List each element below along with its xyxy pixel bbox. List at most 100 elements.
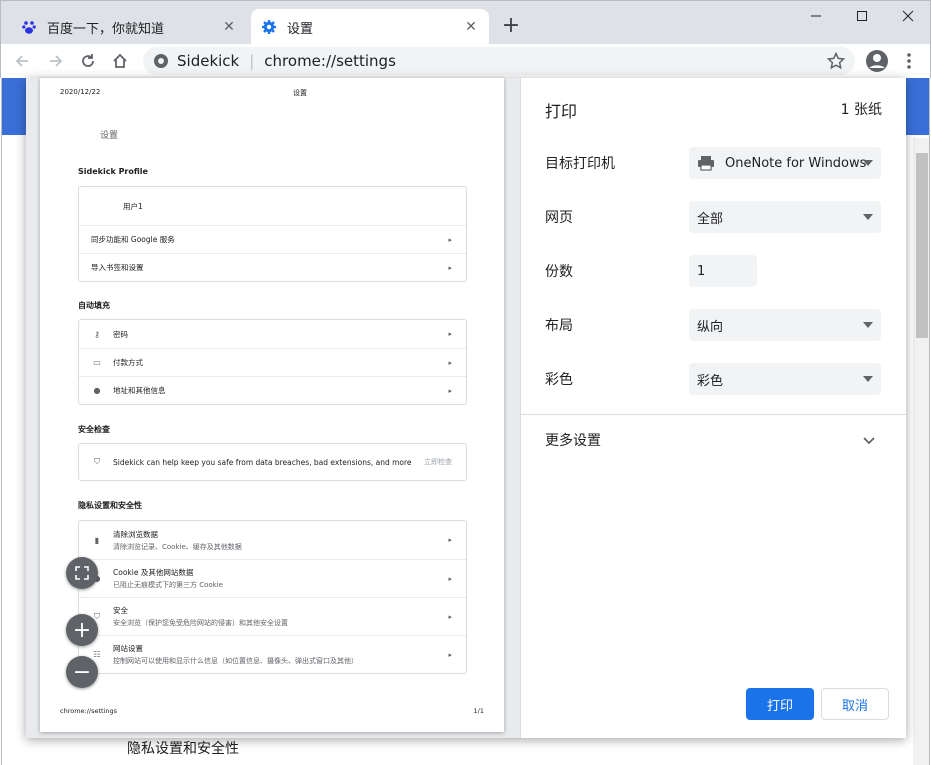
address-bar[interactable]: Sidekick | chrome://settings — [143, 47, 855, 75]
safety-card: ⛉ Sidekick can help keep you safe from da… — [78, 443, 467, 481]
layout-label: 布局 — [545, 315, 573, 335]
arrow-right-icon — [48, 53, 64, 69]
close-window-button[interactable] — [885, 1, 931, 31]
url-text: chrome://settings — [264, 52, 396, 70]
chrome-logo-icon — [153, 53, 169, 69]
fit-screen-icon — [75, 566, 89, 580]
destination-label: 目标打印机 — [545, 153, 615, 173]
scrollbar-thumb[interactable] — [916, 153, 928, 338]
printer-icon — [697, 155, 715, 171]
credit-card-icon: ▭ — [91, 358, 103, 367]
print-preview-pane: 2020/12/22 设置 设置 Sidekick Profile 用户1 同步… — [26, 78, 521, 738]
color-label: 彩色 — [545, 369, 573, 389]
chevron-right-icon: ▸ — [448, 536, 452, 544]
dropdown-caret-icon — [863, 322, 873, 328]
fit-to-page-button[interactable] — [66, 557, 98, 589]
minus-icon: − — [73, 660, 91, 685]
tab-baidu[interactable]: 百度一下，你就知道 ✕ — [11, 9, 247, 45]
chevron-right-icon: ▸ — [448, 387, 452, 395]
autofill-row-payments: ▭付款方式▸ — [79, 348, 466, 376]
new-tab-button[interactable]: + — [499, 13, 523, 37]
profile-row-import: 导入书签和设置▸ — [79, 253, 466, 281]
home-icon — [112, 53, 128, 69]
print-title: 打印 — [545, 98, 577, 122]
reload-button[interactable] — [75, 48, 101, 74]
settings-gear-icon — [261, 19, 277, 35]
print-button[interactable]: 打印 — [746, 688, 814, 720]
sheet-footer-url: chrome://settings — [60, 707, 117, 715]
sheet-date: 2020/12/22 — [60, 88, 100, 96]
privacy-card: ▮清除浏览数据清除浏览记录、Cookie、缓存及其他数据▸ ◕Cookie 及其… — [78, 520, 467, 674]
maximize-button[interactable] — [839, 1, 885, 31]
close-tab-icon[interactable]: ✕ — [221, 19, 237, 35]
copies-label: 份数 — [545, 261, 573, 281]
profile-avatar-icon[interactable] — [865, 49, 889, 73]
privacy-row-clear-data: ▮清除浏览数据清除浏览记录、Cookie、缓存及其他数据▸ — [79, 521, 466, 559]
home-button[interactable] — [107, 48, 133, 74]
zoom-in-button[interactable]: + — [66, 614, 98, 646]
tab-title: 百度一下，你就知道 — [47, 18, 221, 37]
destination-select[interactable]: OneNote for Windows — [689, 147, 881, 179]
cancel-button[interactable]: 取消 — [821, 688, 889, 720]
copies-input[interactable]: 1 — [689, 255, 757, 287]
chevron-right-icon: ▸ — [448, 264, 452, 272]
dropdown-caret-icon — [863, 376, 873, 382]
trash-icon: ▮ — [91, 536, 103, 545]
section-profile: Sidekick Profile — [78, 167, 148, 176]
autofill-row-addresses: ●地址和其他信息▸ — [79, 376, 466, 404]
shield-icon: ⛉ — [91, 457, 103, 467]
profile-row-sync: 同步功能和 Google 服务▸ — [79, 225, 466, 253]
section-privacy: 隐私设置和安全性 — [78, 500, 142, 511]
tab-title: 设置 — [287, 18, 463, 37]
privacy-row-cookies: ◕Cookie 及其他网站数据已阻止无痕模式下的第三方 Cookie▸ — [79, 559, 466, 597]
tune-icon: ☷ — [91, 650, 103, 659]
pages-label: 网页 — [545, 207, 573, 227]
browser-toolbar: Sidekick | chrome://settings — [0, 44, 931, 78]
reload-icon — [80, 53, 96, 69]
chevron-right-icon: ▸ — [448, 613, 452, 621]
chevron-right-icon: ▸ — [448, 236, 452, 244]
settings-divider — [521, 414, 906, 415]
pages-select[interactable]: 全部 — [689, 201, 881, 233]
baidu-paw-icon — [21, 19, 37, 35]
tab-settings[interactable]: 设置 ✕ — [251, 9, 489, 45]
minimize-button[interactable] — [793, 1, 839, 31]
page-scrollbar[interactable] — [913, 138, 929, 765]
autofill-card: ⚷密码▸ ▭付款方式▸ ●地址和其他信息▸ — [78, 319, 467, 405]
url-separator: | — [249, 52, 254, 70]
back-button[interactable] — [9, 48, 35, 74]
safety-text: Sidekick can help keep you safe from dat… — [113, 458, 412, 467]
section-autofill: 自动填充 — [78, 300, 110, 311]
layout-select[interactable]: 纵向 — [689, 309, 881, 341]
tab-strip: 百度一下，你就知道 ✕ 设置 ✕ + — [0, 0, 931, 44]
dropdown-caret-icon — [863, 214, 873, 220]
sheet-count: 1 张纸 — [841, 99, 882, 119]
arrow-left-icon — [14, 53, 30, 69]
color-select[interactable]: 彩色 — [689, 363, 881, 395]
zoom-out-button[interactable]: − — [66, 656, 98, 688]
print-dialog: 2020/12/22 设置 设置 Sidekick Profile 用户1 同步… — [26, 78, 906, 738]
plus-icon: + — [73, 618, 91, 643]
profile-row-user: 用户1 — [79, 187, 466, 225]
kebab-menu-icon[interactable] — [903, 50, 915, 72]
forward-button[interactable] — [43, 48, 69, 74]
sheet-title: 设置 — [293, 88, 307, 98]
preview-sheet: 2020/12/22 设置 设置 Sidekick Profile 用户1 同步… — [40, 78, 504, 732]
chevron-down-icon[interactable] — [861, 432, 877, 448]
privacy-row-security: ⛉安全安全浏览（保护您免受危险网站的侵害）和其他安全设置▸ — [79, 597, 466, 635]
sheet-footer-page: 1/1 — [474, 707, 484, 715]
privacy-row-site-settings: ☷网站设置控制网站可以使用和显示什么信息（如位置信息、摄像头、弹出式窗口及其他）… — [79, 635, 466, 673]
autofill-row-passwords: ⚷密码▸ — [79, 320, 466, 348]
section-safety: 安全检查 — [78, 424, 110, 435]
background-section-text: 隐私设置和安全性 — [127, 738, 239, 758]
dropdown-caret-icon — [863, 160, 873, 166]
key-icon: ⚷ — [91, 330, 103, 339]
close-tab-icon[interactable]: ✕ — [463, 19, 479, 35]
safety-check-link: 立即检查 — [424, 457, 452, 467]
more-settings-toggle[interactable]: 更多设置 — [545, 430, 601, 450]
sheet-page-heading: 设置 — [100, 128, 118, 141]
chevron-right-icon: ▸ — [448, 575, 452, 583]
bookmark-star-icon[interactable] — [827, 52, 845, 70]
site-name: Sidekick — [177, 52, 239, 70]
chevron-right-icon: ▸ — [448, 330, 452, 338]
